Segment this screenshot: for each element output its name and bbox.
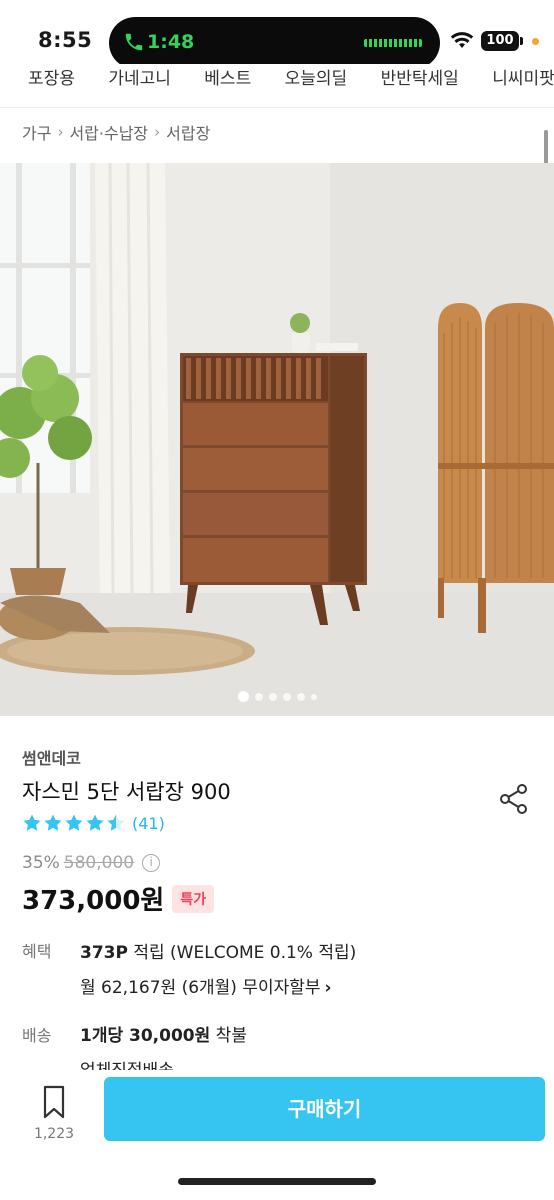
carousel-dot[interactable] <box>268 692 277 701</box>
battery-indicator: 100 <box>481 31 523 51</box>
breadcrumb-item[interactable]: 서랍·수납장 <box>69 120 148 144</box>
dynamic-island[interactable]: 1:48 <box>109 17 440 69</box>
bottom-action-bar: 1,223 구매하기 <box>0 1070 554 1200</box>
share-icon[interactable] <box>498 783 530 815</box>
benefit-label: 혜택 <box>22 942 52 961</box>
product-image-carousel[interactable] <box>0 163 554 716</box>
category-tab[interactable]: 니씨미팟 <box>492 69 554 89</box>
star-rating <box>22 813 126 833</box>
brand-name[interactable]: 썸앤데코 <box>22 745 81 769</box>
shipping-fee: 1개당 30,000원 착불 <box>80 1021 247 1046</box>
call-duration: 1:48 <box>147 31 195 53</box>
buy-button[interactable]: 구매하기 <box>104 1077 545 1141</box>
phone-icon <box>125 33 143 51</box>
chevron-right-icon: › <box>324 978 332 998</box>
points-amount: 373P <box>80 943 128 963</box>
category-tab[interactable]: 가네고니 <box>108 69 171 89</box>
info-icon[interactable]: i <box>142 854 161 872</box>
review-count[interactable]: (41) <box>132 814 165 833</box>
discount-rate: 35% <box>22 853 60 873</box>
bookmark-icon <box>43 1085 65 1119</box>
sale-badge: 특가 <box>172 884 215 913</box>
price-row: 373,000원 특가 <box>22 880 215 917</box>
category-tab-strip: 포장용 가네고니 베스트 오늘의딜 반반탁세일 니씨미팟 인테 <box>0 64 554 108</box>
chevron-right-icon: › <box>154 123 161 141</box>
home-indicator[interactable] <box>178 1178 376 1185</box>
discount-row: 35% 580,000 i <box>22 853 161 873</box>
rating[interactable]: (41) <box>22 813 165 833</box>
carousel-dot[interactable] <box>310 693 317 700</box>
product-photo <box>0 163 554 716</box>
star-half-icon <box>107 814 125 831</box>
breadcrumb: 가구 › 서랍·수납장 › 서랍장 <box>22 120 210 144</box>
category-tab[interactable]: 반반탁세일 <box>381 69 459 89</box>
bookmark-count: 1,223 <box>33 1126 75 1142</box>
star-icon <box>65 814 83 831</box>
sale-price: 373,000원 <box>22 886 165 916</box>
installment-link[interactable]: 월 62,167원 (6개월) 무이자할부 › <box>80 973 332 998</box>
carousel-dot[interactable] <box>282 692 291 701</box>
installment-text: 월 62,167원 (6개월) 무이자할부 <box>80 978 321 998</box>
original-price: 580,000 <box>63 853 135 873</box>
carousel-dot[interactable] <box>237 691 249 702</box>
carousel-dot[interactable] <box>296 692 305 701</box>
category-tab[interactable]: 포장용 <box>28 69 75 89</box>
privacy-indicator-dot <box>532 38 539 45</box>
carousel-dot[interactable] <box>254 692 263 701</box>
points-text: 적립 (WELCOME 0.1% 적립) <box>127 943 357 963</box>
clock: 8:55 <box>38 28 93 52</box>
star-icon <box>44 814 62 831</box>
breadcrumb-item[interactable]: 서랍장 <box>166 120 210 144</box>
shipping-label: 배송 <box>22 1026 52 1045</box>
bookmark-button[interactable]: 1,223 <box>28 1084 80 1142</box>
star-icon <box>23 814 41 831</box>
category-tab[interactable]: 오늘의딜 <box>285 69 348 89</box>
shipping-fee-amount: 1개당 30,000원 <box>80 1026 211 1046</box>
carousel-indicator <box>0 691 554 702</box>
star-icon <box>86 814 104 831</box>
category-tab[interactable]: 베스트 <box>204 69 251 89</box>
shipping-fee-text: 착불 <box>210 1026 247 1046</box>
chevron-right-icon: › <box>57 123 64 141</box>
wifi-icon <box>450 32 474 48</box>
audio-wave-icon <box>364 39 422 47</box>
benefit-points: 373P 적립 (WELCOME 0.1% 적립) <box>80 938 356 963</box>
product-title: 자스민 5단 서랍장 900 <box>22 780 231 804</box>
breadcrumb-item[interactable]: 가구 <box>22 120 51 144</box>
